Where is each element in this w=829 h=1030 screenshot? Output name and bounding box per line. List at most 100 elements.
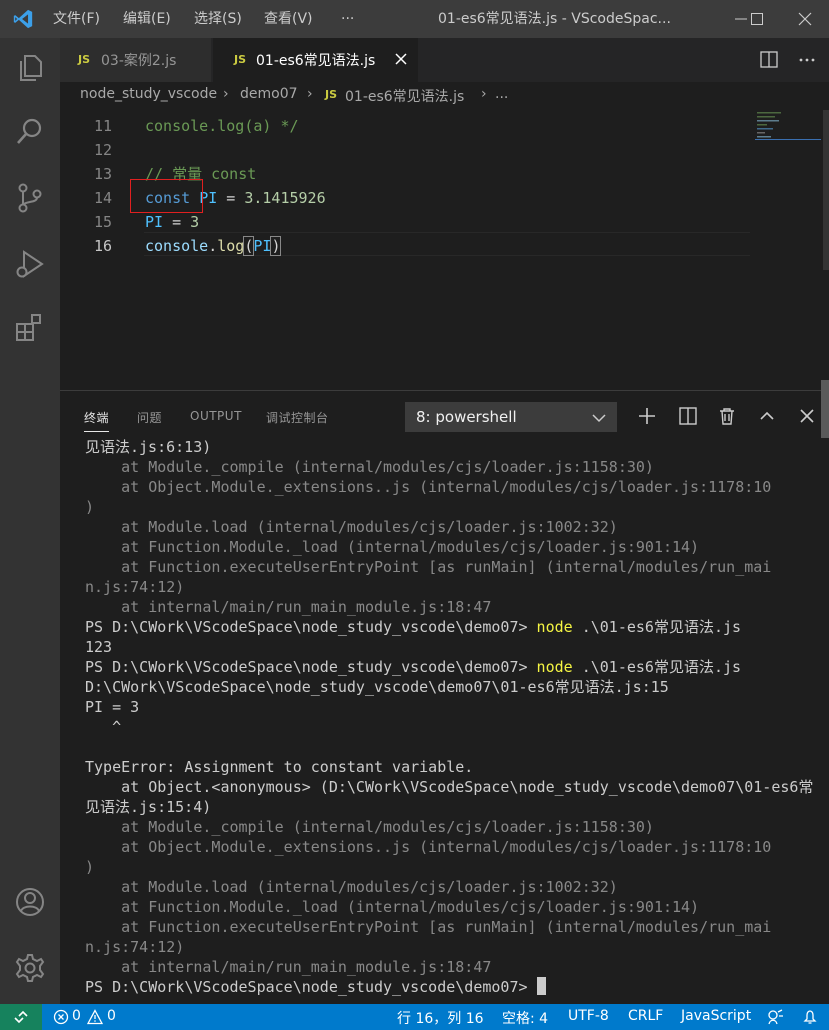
code-token: = (217, 189, 245, 207)
tab-terminal[interactable]: 终端 (84, 409, 110, 432)
feedback-icon[interactable] (766, 1008, 784, 1026)
breadcrumb-folder-root[interactable]: node_study_vscode (80, 86, 217, 102)
terminal-text: n.js:74:12) (85, 578, 185, 596)
terminal-command-args: .\01-es6常见语法.js (572, 658, 742, 676)
terminal-line: at internal/main/run_main_module.js:18:4… (85, 597, 820, 617)
line-number: 14 (93, 189, 112, 207)
breadcrumb: node_study_vscode › demo07 › JS 01-es6常见… (60, 82, 829, 110)
terminal-cursor (536, 977, 546, 995)
notifications-bell-icon[interactable] (801, 1008, 819, 1026)
line-number: 13 (93, 165, 112, 183)
warning-count[interactable]: 0 (107, 1008, 116, 1024)
terminal-line: PS D:\CWork\VScodeSpace\node_study_vscod… (85, 977, 820, 997)
split-editor-icon[interactable] (759, 50, 779, 70)
menu-selection[interactable]: 选择(S) (194, 0, 242, 38)
terminal-text: at Module.load (internal/modules/cjs/loa… (85, 878, 618, 896)
close-window-button[interactable] (785, 0, 825, 38)
line-number: 12 (93, 141, 112, 159)
terminal-text: PS D:\CWork\VScodeSpace\node_study_vscod… (85, 618, 537, 636)
tab-01-es6[interactable]: JS 01-es6常见语法.js (213, 38, 418, 82)
terminal-command: node (536, 658, 573, 676)
terminal-line: at Object.<anonymous> (D:\CWork\VScodeSp… (85, 777, 820, 797)
terminal-line: at Module._compile (internal/modules/cjs… (85, 817, 820, 837)
terminal-line: at Module.load (internal/modules/cjs/loa… (85, 517, 820, 537)
terminal-text: n.js:74:12) (85, 938, 185, 956)
explorer-icon[interactable] (12, 50, 48, 86)
minimap[interactable] (755, 110, 825, 150)
terminal-text: at Module.load (internal/modules/cjs/loa… (85, 518, 618, 536)
editor-scrollbar[interactable] (823, 110, 829, 270)
terminal-line: D:\CWork\VScodeSpace\node_study_vscode\d… (85, 677, 820, 697)
terminal-text: ^ (85, 718, 122, 736)
menu-view[interactable]: 查看(V) (264, 0, 313, 38)
tab-03-case2[interactable]: JS 03-案例2.js (60, 38, 212, 82)
terminal-text: at internal/main/run_main_module.js:18:4… (85, 958, 492, 976)
settings-gear-icon[interactable] (12, 950, 48, 986)
maximize-button[interactable] (737, 0, 777, 38)
maximize-icon (751, 13, 763, 25)
tab-label: 03-案例2.js (101, 53, 177, 69)
terminal-command: node (536, 618, 573, 636)
menu-more[interactable]: ··· (341, 0, 354, 38)
new-terminal-plus-icon[interactable] (636, 405, 658, 427)
encoding[interactable]: UTF-8 (568, 1008, 609, 1024)
cursor-position[interactable]: 行 16，列 16 (397, 1008, 484, 1028)
remote-icon (14, 1010, 28, 1024)
terminal-text: at Object.Module._extensions..js (intern… (85, 478, 772, 496)
close-tab-icon[interactable] (394, 52, 408, 66)
terminal-output[interactable]: 见语法.js:6:13) at Module._compile (interna… (85, 437, 820, 997)
terminal-line: at Module.load (internal/modules/cjs/loa… (85, 877, 820, 897)
line-number: 11 (93, 117, 112, 135)
code-token: ) (270, 236, 282, 256)
terminal-line: 123 (85, 637, 820, 657)
terminal-line: at Function.Module._load (internal/modul… (85, 537, 820, 557)
terminal-line: at Function.executeUserEntryPoint [as ru… (85, 557, 820, 577)
language-mode[interactable]: JavaScript (681, 1008, 751, 1024)
search-icon[interactable] (12, 114, 48, 150)
tab-problems[interactable]: 问题 (137, 409, 162, 426)
code-line[interactable]: 16 console.log(PI) (60, 234, 750, 258)
source-control-icon[interactable] (12, 180, 48, 216)
terminal-line: ) (85, 857, 820, 877)
tab-output[interactable]: OUTPUT (190, 409, 242, 423)
breadcrumb-separator: › (223, 86, 229, 102)
terminal-line: at internal/main/run_main_module.js:18:4… (85, 957, 820, 977)
terminal-line: n.js:74:12) (85, 577, 820, 597)
menu-file[interactable]: 文件(F) (53, 0, 100, 38)
menu-edit[interactable]: 编辑(E) (123, 0, 171, 38)
account-icon[interactable] (12, 884, 48, 920)
terminal-text: PS D:\CWork\VScodeSpace\node_study_vscod… (85, 658, 537, 676)
code-line[interactable]: 12 (60, 138, 750, 162)
code-line[interactable]: 15 PI = 3 (60, 210, 750, 234)
title-bar: 文件(F) 编辑(E) 选择(S) 查看(V) ··· 01-es6常见语法.j… (0, 0, 829, 38)
terminal-text: at Object.Module._extensions..js (intern… (85, 838, 772, 856)
split-terminal-icon[interactable] (677, 405, 699, 427)
terminal-line: at Function.executeUserEntryPoint [as ru… (85, 917, 820, 937)
error-count[interactable]: 0 (72, 1008, 81, 1024)
breadcrumb-symbol[interactable]: ... (495, 86, 508, 102)
remote-indicator[interactable] (0, 1004, 42, 1030)
maximize-panel-chevron-up-icon[interactable] (756, 405, 778, 427)
close-icon (798, 12, 812, 26)
terminal-scrollbar[interactable] (821, 380, 829, 438)
tab-debug-console[interactable]: 调试控制台 (266, 409, 329, 426)
indentation[interactable]: 空格: 4 (502, 1008, 548, 1028)
code-line[interactable]: 11 console.log(a) */ (60, 114, 750, 138)
terminal-text: at Module._compile (internal/modules/cjs… (85, 818, 654, 836)
code-text: PI = 3 (145, 210, 199, 234)
code-editor[interactable]: 11 console.log(a) */12 13// 常量 const 14 cons… (60, 110, 829, 390)
terminal-select-value: 8: powershell (416, 408, 517, 426)
terminal-select-dropdown[interactable]: 8: powershell (405, 402, 617, 432)
extensions-icon[interactable] (12, 310, 48, 346)
breadcrumb-separator: › (307, 86, 313, 102)
breadcrumb-file[interactable]: 01-es6常见语法.js (345, 86, 464, 106)
terminal-line: at Module._compile (internal/modules/cjs… (85, 457, 820, 477)
run-debug-icon[interactable] (12, 246, 48, 282)
close-panel-icon[interactable] (796, 405, 818, 427)
terminal-text: at internal/main/run_main_module.js:18:4… (85, 598, 492, 616)
more-actions-icon[interactable] (797, 50, 817, 70)
breadcrumb-folder-demo07[interactable]: demo07 (240, 86, 298, 102)
trash-icon[interactable] (716, 405, 738, 427)
end-of-line[interactable]: CRLF (628, 1008, 663, 1024)
warning-icon (87, 1009, 103, 1025)
